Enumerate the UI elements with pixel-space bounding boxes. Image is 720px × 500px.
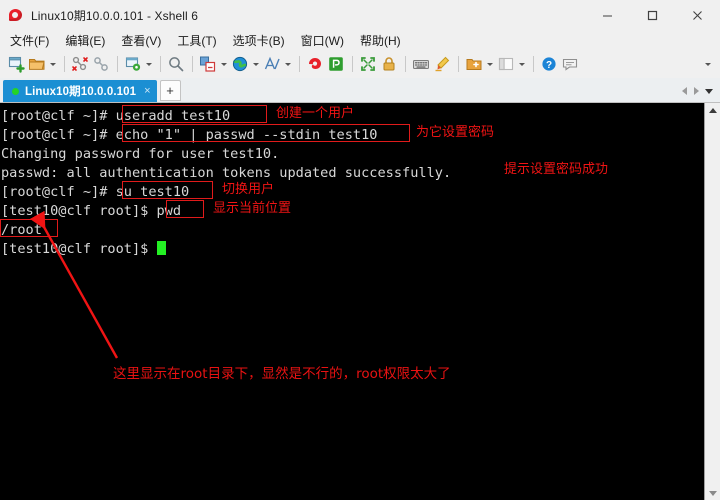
layout-caret[interactable]: [517, 54, 526, 74]
menu-edit[interactable]: 编辑(E): [65, 32, 105, 49]
toolbar-separator: [458, 56, 459, 72]
toolbar-separator: [64, 56, 65, 72]
tab-close-icon[interactable]: ×: [144, 85, 150, 97]
tab-status-dot: [12, 87, 19, 95]
tab-label: Linux10期10.0.0.101: [25, 86, 137, 98]
terminal-line: [test10@clf root]$ pwd: [1, 202, 704, 221]
close-button[interactable]: [675, 0, 720, 30]
toolbar-separator: [533, 56, 534, 72]
window-title: Linux10期10.0.0.101 - Xshell 6: [31, 8, 199, 23]
terminal-command: useradd test10: [115, 108, 231, 124]
terminal-output: Changing password for user test10.: [1, 146, 280, 162]
xshell-icon[interactable]: [305, 54, 325, 74]
xshell-window: Linux10期10.0.0.101 - Xshell 6 文件(F) 编辑(E…: [0, 0, 720, 500]
globe-icon[interactable]: [230, 54, 250, 74]
layout-icon[interactable]: [496, 54, 516, 74]
xshell-logo-icon: [8, 7, 24, 23]
menu-window[interactable]: 窗口(W): [301, 32, 344, 49]
toolbar-separator: [352, 56, 353, 72]
scroll-up-arrow[interactable]: [705, 103, 720, 117]
terminal-command: echo "1" | passwd --stdin test10: [115, 127, 378, 143]
terminal-command: su test10: [115, 184, 190, 200]
chat-icon[interactable]: [560, 54, 580, 74]
terminal-output: /root: [1, 222, 42, 238]
toolbar: ?: [0, 50, 720, 78]
shell-prompt: [root@clf ~]#: [1, 108, 116, 124]
shell-prompt: [root@clf ~]#: [1, 127, 116, 143]
title-bar: Linux10期10.0.0.101 - Xshell 6: [0, 0, 720, 30]
open-folder-icon[interactable]: [27, 54, 47, 74]
tab-prev-arrow[interactable]: [678, 83, 690, 99]
file-transfer-caret[interactable]: [219, 54, 228, 74]
help-icon[interactable]: ?: [539, 54, 559, 74]
maximize-button[interactable]: [630, 0, 675, 30]
menu-file[interactable]: 文件(F): [10, 32, 49, 49]
annotation-show-location: 显示当前位置: [213, 201, 292, 216]
annotation-root-warning: 这里显示在root目录下，显然是不行的，root权限太大了: [113, 366, 451, 382]
toolbar-separator: [117, 56, 118, 72]
xftp-icon[interactable]: [326, 54, 346, 74]
annotation-create-user: 创建一个用户: [276, 106, 355, 121]
toolbar-separator: [192, 56, 193, 72]
disconnect-icon[interactable]: [70, 54, 90, 74]
session-properties-caret[interactable]: [144, 54, 153, 74]
tab-navigation: [678, 83, 716, 99]
scrollbar-track[interactable]: [705, 117, 720, 486]
terminal-line: /root: [1, 221, 704, 240]
toolbar-separator: [160, 56, 161, 72]
toolbar-overflow-caret[interactable]: [703, 50, 714, 78]
shell-prompt: [test10@clf root]$: [1, 203, 157, 219]
block-cursor: [156, 241, 166, 255]
scroll-down-arrow[interactable]: [705, 486, 720, 500]
svg-text:?: ?: [546, 60, 552, 71]
connect-link-icon[interactable]: [91, 54, 111, 74]
globe-caret[interactable]: [251, 54, 260, 74]
lock-icon[interactable]: [379, 54, 399, 74]
new-tab-button[interactable]: +: [159, 80, 181, 101]
terminal-screen[interactable]: [root@clf ~]# useradd test10 [root@clf ~…: [0, 103, 704, 500]
menu-help[interactable]: 帮助(H): [360, 32, 401, 49]
new-folder-caret[interactable]: [485, 54, 494, 74]
menu-tabs[interactable]: 选项卡(B): [233, 32, 285, 49]
annotation-password-success: 提示设置密码成功: [504, 162, 609, 177]
new-session-icon[interactable]: [6, 54, 26, 74]
tab-bar: Linux10期10.0.0.101 × +: [0, 78, 720, 103]
terminal-line: [root@clf ~]# su test10: [1, 183, 704, 202]
menu-tools[interactable]: 工具(T): [177, 32, 216, 49]
new-folder-icon[interactable]: [464, 54, 484, 74]
terminal-command: pwd: [156, 203, 182, 219]
terminal-scrollbar[interactable]: [704, 103, 720, 500]
keyboard-icon[interactable]: [411, 54, 431, 74]
terminal-output: passwd: all authentication tokens update…: [1, 165, 452, 181]
file-transfer-icon[interactable]: [198, 54, 218, 74]
menu-view[interactable]: 查看(V): [121, 32, 161, 49]
session-properties-icon[interactable]: [123, 54, 143, 74]
font-caret[interactable]: [283, 54, 292, 74]
tab-list-caret[interactable]: [702, 83, 716, 99]
toolbar-separator: [405, 56, 406, 72]
terminal-line: [root@clf ~]# echo "1" | passwd --stdin …: [1, 126, 704, 145]
menu-bar: 文件(F) 编辑(E) 查看(V) 工具(T) 选项卡(B) 窗口(W) 帮助(…: [0, 30, 720, 50]
annotation-switch-user: 切换用户: [222, 182, 275, 197]
shell-prompt: [root@clf ~]#: [1, 184, 116, 200]
highlight-icon[interactable]: [432, 54, 452, 74]
window-controls: [585, 0, 720, 30]
font-icon[interactable]: [262, 54, 282, 74]
terminal-area: [root@clf ~]# useradd test10 [root@clf ~…: [0, 103, 720, 500]
annotation-set-password: 为它设置密码: [416, 125, 495, 140]
tab-session-linux10[interactable]: Linux10期10.0.0.101 ×: [3, 80, 157, 102]
minimize-button[interactable]: [585, 0, 630, 30]
terminal-line: [test10@clf root]$: [1, 240, 704, 259]
fullscreen-icon[interactable]: [358, 54, 378, 74]
tab-next-arrow[interactable]: [690, 83, 702, 99]
open-folder-caret[interactable]: [48, 54, 57, 74]
find-icon[interactable]: [166, 54, 186, 74]
shell-prompt: [test10@clf root]$: [1, 241, 157, 257]
toolbar-separator: [299, 56, 300, 72]
